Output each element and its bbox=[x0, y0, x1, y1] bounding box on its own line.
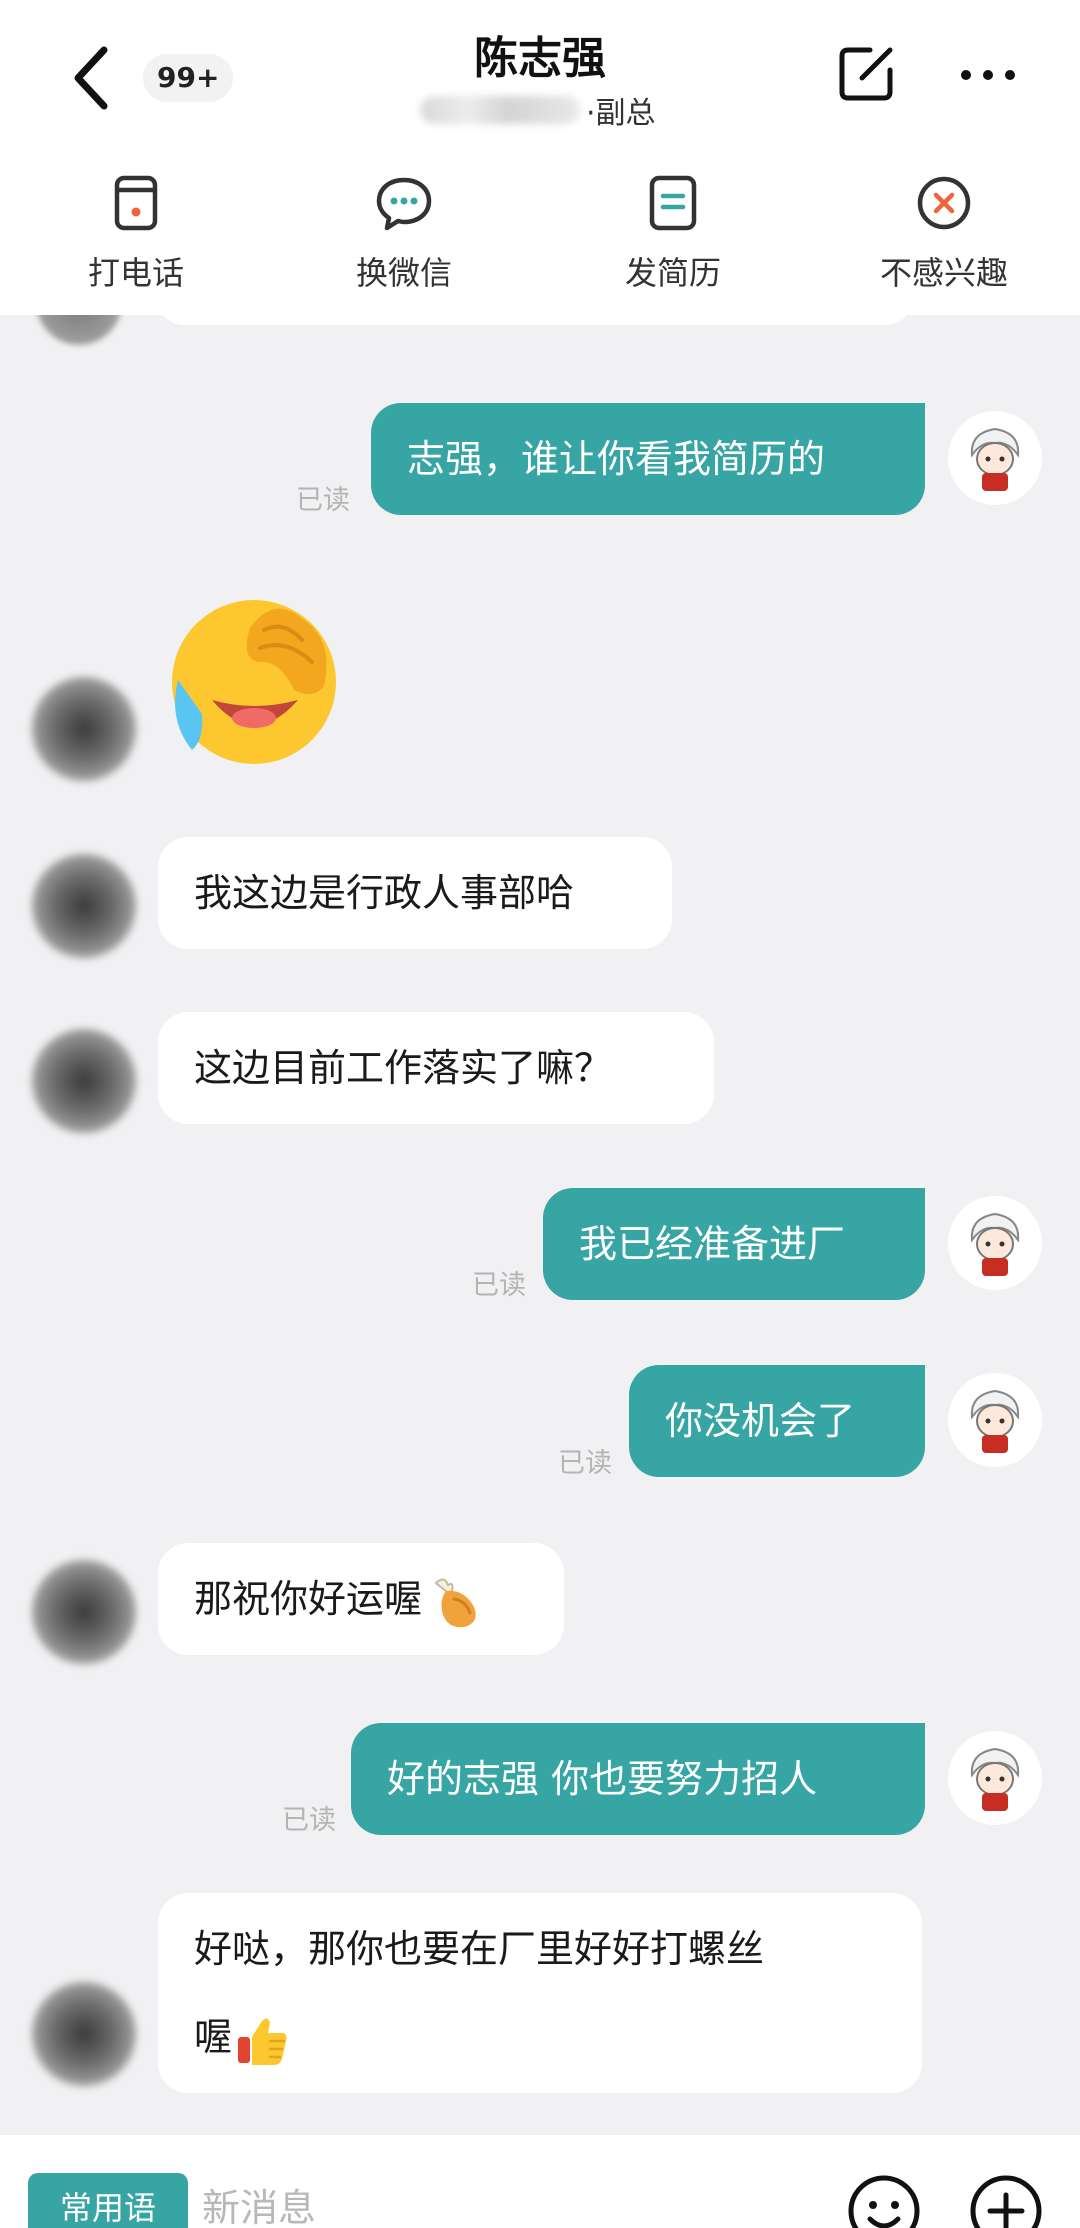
action-label: 打电话 bbox=[87, 254, 184, 292]
contact-subtitle: ·副总 bbox=[420, 90, 656, 131]
message-bubble-received[interactable]: 我这边是行政人事部哈 bbox=[158, 837, 672, 949]
chicken-leg-emoji bbox=[434, 1578, 476, 1627]
contact-avatar[interactable] bbox=[32, 1029, 136, 1133]
contact-name: 陈志强 bbox=[474, 33, 606, 84]
read-receipt: 已读 bbox=[558, 1448, 612, 1479]
contact-avatar[interactable] bbox=[32, 1982, 136, 2086]
facepalm-laughing-emoji bbox=[172, 600, 336, 764]
message-text: 那祝你好运喔 bbox=[194, 1577, 423, 1621]
read-receipt: 已读 bbox=[282, 1805, 336, 1836]
emoji-icon[interactable] bbox=[846, 2173, 922, 2228]
action-send-resume[interactable]: 发简历 bbox=[563, 172, 783, 294]
anime-avatar-icon bbox=[949, 1732, 1041, 1824]
phone-card-icon bbox=[114, 175, 158, 231]
chat-header: 99+ 陈志强 ·副总 打电话 换微信 发简历 不感兴趣 bbox=[0, 0, 1080, 315]
anime-avatar-icon bbox=[949, 1197, 1041, 1289]
message-bubble-sent[interactable]: 你没机会了 bbox=[629, 1365, 925, 1477]
plus-icon[interactable] bbox=[968, 2173, 1044, 2228]
common-phrases-button[interactable]: 常用语 bbox=[28, 2173, 188, 2228]
resume-icon bbox=[649, 175, 697, 231]
chat-messages[interactable]: 已读 志强，谁让你看我简历的 我这边是行政人事部哈 这边目前工作落实了嘛？ 已读… bbox=[0, 255, 1080, 2135]
message-text: 好哒，那你也要在厂里好好打螺丝 bbox=[194, 1927, 765, 1971]
action-label: 发简历 bbox=[624, 254, 721, 292]
action-call[interactable]: 打电话 bbox=[26, 172, 246, 294]
message-bubble-sent[interactable]: 志强，谁让你看我简历的 bbox=[371, 403, 925, 515]
my-avatar[interactable] bbox=[948, 1196, 1042, 1290]
my-avatar[interactable] bbox=[948, 411, 1042, 505]
input-bar: 常用语 新消息 bbox=[0, 2135, 1080, 2228]
message-bubble-sent[interactable]: 好的志强 你也要努力招人 bbox=[351, 1723, 925, 1835]
my-avatar[interactable] bbox=[948, 1731, 1042, 1825]
read-receipt: 已读 bbox=[472, 1270, 526, 1301]
action-label: 换微信 bbox=[355, 254, 452, 292]
contact-avatar[interactable] bbox=[32, 1560, 136, 1664]
action-not-interested[interactable]: 不感兴趣 bbox=[834, 172, 1054, 294]
message-bubble-received[interactable]: 那祝你好运喔 bbox=[158, 1543, 564, 1655]
message-text-line2: 喔 bbox=[194, 1993, 886, 2081]
wechat-icon bbox=[376, 177, 432, 231]
contact-position: ·副总 bbox=[586, 96, 656, 131]
not-interested-icon bbox=[917, 176, 971, 230]
blurred-company-name bbox=[420, 96, 580, 124]
action-label: 不感兴趣 bbox=[879, 254, 1008, 292]
message-bubble-received[interactable]: 好哒，那你也要在厂里好好打螺丝 喔 bbox=[158, 1893, 922, 2093]
more-options-icon[interactable] bbox=[958, 60, 1018, 90]
contact-avatar[interactable] bbox=[32, 677, 136, 781]
anime-avatar-icon bbox=[949, 1374, 1041, 1466]
read-receipt: 已读 bbox=[296, 485, 350, 516]
thumbs-up-emoji bbox=[238, 2017, 287, 2065]
quick-actions: 打电话 换微信 发简历 不感兴趣 bbox=[0, 172, 1080, 302]
my-avatar[interactable] bbox=[948, 1373, 1042, 1467]
message-input[interactable]: 新消息 bbox=[202, 2177, 316, 2228]
anime-avatar-icon bbox=[949, 412, 1041, 504]
edit-note-icon[interactable] bbox=[834, 42, 898, 106]
contact-avatar[interactable] bbox=[32, 854, 136, 958]
message-bubble-received[interactable]: 这边目前工作落实了嘛？ bbox=[158, 1012, 714, 1124]
action-wechat[interactable]: 换微信 bbox=[294, 172, 514, 294]
message-bubble-sent[interactable]: 我已经准备进厂 bbox=[543, 1188, 925, 1300]
